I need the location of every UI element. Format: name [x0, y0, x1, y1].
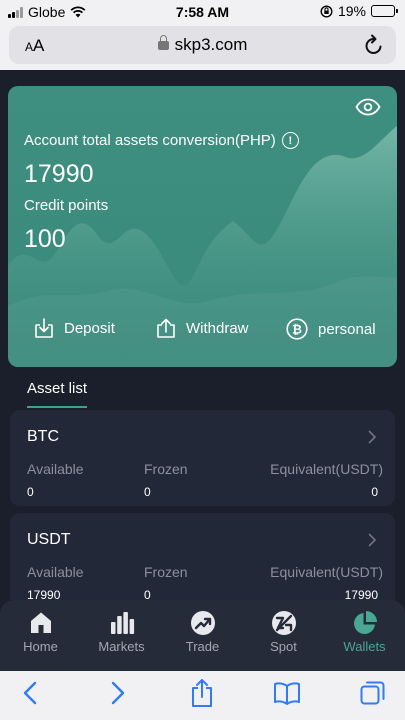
frozen-label: Frozen: [144, 564, 188, 580]
total-assets-label: Account total assets conversion(PHP) !: [24, 132, 299, 149]
nav-wallets[interactable]: Wallets: [324, 600, 405, 671]
tabs-icon[interactable]: [360, 680, 386, 706]
card-actions: Deposit Withdraw ₿ personal: [8, 318, 397, 348]
svg-text:₿: ₿: [292, 323, 302, 337]
withdraw-button[interactable]: Withdraw: [156, 318, 249, 339]
url-text: skp3.com: [174, 35, 248, 54]
available-label: Available: [27, 564, 84, 580]
nav-home-label: Home: [23, 639, 58, 654]
tab-active-indicator: [27, 406, 87, 408]
status-bar: Globe 7:58 AM 19%: [0, 0, 405, 24]
chevron-right-icon: [368, 430, 377, 444]
back-icon[interactable]: [22, 681, 38, 705]
nav-home[interactable]: Home: [0, 600, 81, 671]
personal-label: personal: [318, 320, 376, 338]
bitcoin-icon: ₿: [286, 318, 308, 340]
url-field[interactable]: AA skp3.com: [9, 26, 396, 64]
eye-icon[interactable]: [355, 98, 381, 116]
available-value: 17990: [27, 588, 61, 600]
asset-summary-card: Account total assets conversion(PHP) ! 1…: [8, 86, 397, 367]
available-label: Available: [27, 461, 84, 477]
nav-spot-label: Spot: [270, 639, 297, 654]
nav-wallets-label: Wallets: [343, 639, 386, 654]
wallet-page: Account total assets conversion(PHP) ! 1…: [0, 70, 405, 600]
markets-bars-icon: [111, 612, 135, 634]
status-right: 19%: [320, 3, 398, 19]
asset-name: USDT: [27, 531, 71, 548]
withdraw-label: Withdraw: [186, 320, 249, 337]
asset-row-usdt[interactable]: USDT Available Frozen Equivalent(USDT) 1…: [10, 513, 395, 600]
nav-markets-label: Markets: [98, 639, 145, 654]
equivalent-value: 17990: [344, 588, 378, 600]
spot-icon: [272, 611, 296, 635]
info-icon[interactable]: !: [281, 132, 299, 149]
lock-icon: [157, 35, 169, 50]
deposit-button[interactable]: Deposit: [34, 318, 115, 339]
battery-icon: [371, 5, 398, 17]
frozen-label: Frozen: [144, 461, 188, 477]
tab-asset-list[interactable]: Asset list: [27, 380, 87, 397]
equivalent-value: 0: [371, 485, 378, 499]
orientation-lock-icon: [320, 4, 333, 18]
total-assets-value: 17990: [24, 160, 94, 188]
browser-address-bar: AA skp3.com: [0, 24, 405, 70]
forward-icon[interactable]: [110, 681, 126, 705]
personal-button[interactable]: ₿ personal: [286, 318, 376, 340]
credit-points-value: 100: [24, 225, 66, 253]
equivalent-label: Equivalent(USDT): [270, 461, 383, 477]
share-icon[interactable]: [190, 678, 214, 708]
home-icon: [31, 612, 51, 633]
deposit-label: Deposit: [64, 320, 115, 337]
nav-trade-label: Trade: [185, 639, 220, 654]
battery-percent: 19%: [337, 3, 366, 19]
withdraw-icon: [157, 318, 175, 338]
bookmarks-icon[interactable]: [273, 681, 301, 705]
browser-toolbar: [0, 671, 405, 720]
asset-row-btc[interactable]: BTC Available Frozen Equivalent(USDT) 0 …: [10, 410, 395, 506]
reload-icon[interactable]: [364, 34, 384, 56]
conversion-label-text: Account total assets conversion(PHP): [24, 132, 276, 149]
bottom-nav: Home Markets Trade Spot Wallets: [0, 600, 405, 671]
frozen-value: 0: [144, 588, 151, 600]
deposit-icon: [35, 318, 53, 338]
chevron-right-icon: [368, 533, 377, 547]
nav-markets[interactable]: Markets: [81, 600, 162, 671]
nav-trade[interactable]: Trade: [162, 600, 243, 671]
wallet-pie-icon: [354, 611, 377, 634]
trade-arrow-icon: [191, 611, 215, 635]
asset-name: BTC: [27, 428, 59, 445]
nav-spot[interactable]: Spot: [243, 600, 324, 671]
frozen-value: 0: [144, 485, 151, 499]
credit-points-label: Credit points: [24, 197, 109, 214]
url-display[interactable]: skp3.com: [9, 35, 396, 55]
equivalent-label: Equivalent(USDT): [270, 564, 383, 580]
available-value: 0: [27, 485, 34, 499]
